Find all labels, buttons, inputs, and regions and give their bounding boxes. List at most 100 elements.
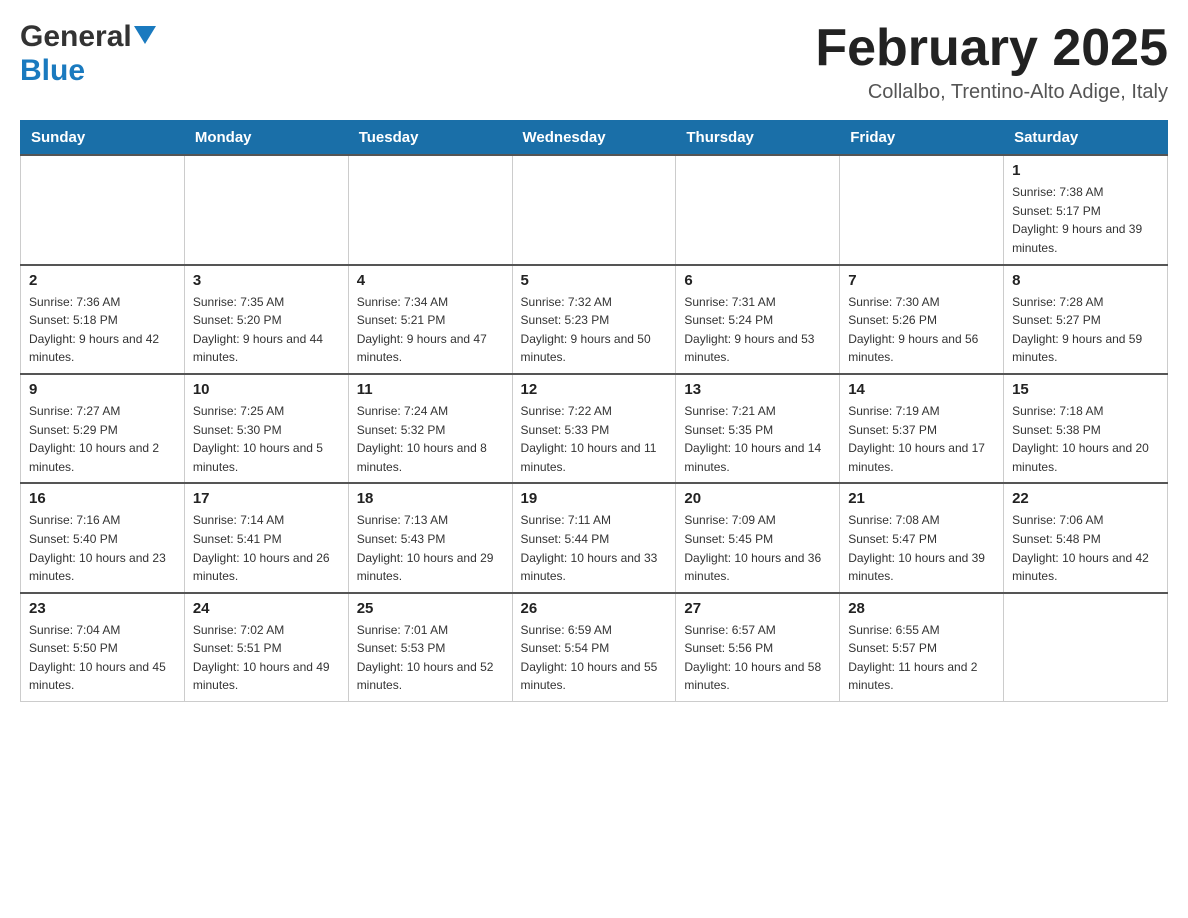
calendar-cell: 27Sunrise: 6:57 AMSunset: 5:56 PMDayligh…	[676, 593, 840, 702]
day-number: 22	[1012, 490, 1159, 507]
calendar-header-friday: Friday	[840, 121, 1004, 156]
calendar-cell: 12 Sunrise: 7:22 AMSunset: 5:33 PMDayligh…	[512, 374, 676, 483]
day-info: Sunrise: 7:38 AMSunset: 5:17 PMDaylight:…	[1012, 183, 1159, 257]
day-number: 7	[848, 272, 995, 289]
day-info: Sunrise: 7:01 AMSunset: 5:53 PMDaylight:…	[357, 621, 504, 695]
calendar-cell: 15Sunrise: 7:18 AMSunset: 5:38 PMDayligh…	[1004, 374, 1168, 483]
page-title: February 2025	[815, 20, 1168, 77]
day-info: Sunrise: 6:57 AMSunset: 5:56 PMDaylight:…	[684, 621, 831, 695]
calendar-cell: 28 Sunrise: 6:55 AMSunset: 5:57 PMDayligh…	[840, 593, 1004, 702]
day-info: Sunrise: 7:13 AMSunset: 5:43 PMDaylight:…	[357, 511, 504, 585]
day-info: Sunrise: 7:21 AMSunset: 5:35 PMDaylight:…	[684, 402, 831, 476]
day-number: 2	[29, 272, 176, 289]
calendar-cell: 6 Sunrise: 7:31 AMSunset: 5:24 PMDaylight…	[676, 265, 840, 374]
page-subtitle: Collalbo, Trentino-Alto Adige, Italy	[815, 81, 1168, 104]
day-info: Sunrise: 7:18 AMSunset: 5:38 PMDaylight:…	[1012, 402, 1159, 476]
calendar-cell: 18Sunrise: 7:13 AMSunset: 5:43 PMDayligh…	[348, 483, 512, 592]
calendar-cell: 9 Sunrise: 7:27 AMSunset: 5:29 PMDaylight…	[21, 374, 185, 483]
calendar-header-saturday: Saturday	[1004, 121, 1168, 156]
calendar-cell: 26Sunrise: 6:59 AMSunset: 5:54 PMDayligh…	[512, 593, 676, 702]
day-info: Sunrise: 7:19 AMSunset: 5:37 PMDaylight:…	[848, 402, 995, 476]
calendar-cell: 21 Sunrise: 7:08 AMSunset: 5:47 PMDayligh…	[840, 483, 1004, 592]
day-info: Sunrise: 7:16 AMSunset: 5:40 PMDaylight:…	[29, 511, 176, 585]
calendar-cell: 17Sunrise: 7:14 AMSunset: 5:41 PMDayligh…	[184, 483, 348, 592]
calendar-cell: 11 Sunrise: 7:24 AMSunset: 5:32 PMDayligh…	[348, 374, 512, 483]
day-number: 25	[357, 600, 504, 617]
calendar-cell: 25 Sunrise: 7:01 AMSunset: 5:53 PMDayligh…	[348, 593, 512, 702]
calendar-cell	[1004, 593, 1168, 702]
logo-general-text: General	[20, 20, 132, 54]
calendar-header-monday: Monday	[184, 121, 348, 156]
day-info: Sunrise: 7:27 AMSunset: 5:29 PMDaylight:…	[29, 402, 176, 476]
calendar-cell: 5 Sunrise: 7:32 AMSunset: 5:23 PMDaylight…	[512, 265, 676, 374]
calendar-cell	[512, 155, 676, 264]
day-info: Sunrise: 7:31 AMSunset: 5:24 PMDaylight:…	[684, 293, 831, 367]
day-info: Sunrise: 7:04 AMSunset: 5:50 PMDaylight:…	[29, 621, 176, 695]
day-info: Sunrise: 7:22 AMSunset: 5:33 PMDaylight:…	[521, 402, 668, 476]
day-number: 26	[521, 600, 668, 617]
calendar-table: SundayMondayTuesdayWednesdayThursdayFrid…	[20, 120, 1168, 702]
day-number: 1	[1012, 162, 1159, 179]
day-info: Sunrise: 7:02 AMSunset: 5:51 PMDaylight:…	[193, 621, 340, 695]
calendar-cell: 4 Sunrise: 7:34 AMSunset: 5:21 PMDaylight…	[348, 265, 512, 374]
day-info: Sunrise: 7:34 AMSunset: 5:21 PMDaylight:…	[357, 293, 504, 367]
calendar-cell: 20Sunrise: 7:09 AMSunset: 5:45 PMDayligh…	[676, 483, 840, 592]
day-number: 11	[357, 381, 504, 398]
calendar-cell	[348, 155, 512, 264]
day-info: Sunrise: 7:36 AMSunset: 5:18 PMDaylight:…	[29, 293, 176, 367]
day-number: 16	[29, 490, 176, 507]
day-number: 8	[1012, 272, 1159, 289]
day-number: 17	[193, 490, 340, 507]
calendar-cell: 19 Sunrise: 7:11 AMSunset: 5:44 PMDayligh…	[512, 483, 676, 592]
calendar-cell	[21, 155, 185, 264]
calendar-cell: 13 Sunrise: 7:21 AMSunset: 5:35 PMDayligh…	[676, 374, 840, 483]
week-row-1: 1 Sunrise: 7:38 AMSunset: 5:17 PMDaylight…	[21, 155, 1168, 264]
day-info: Sunrise: 7:35 AMSunset: 5:20 PMDaylight:…	[193, 293, 340, 367]
day-number: 21	[848, 490, 995, 507]
day-info: Sunrise: 7:06 AMSunset: 5:48 PMDaylight:…	[1012, 511, 1159, 585]
day-number: 19	[521, 490, 668, 507]
calendar-cell: 14 Sunrise: 7:19 AMSunset: 5:37 PMDayligh…	[840, 374, 1004, 483]
day-number: 12	[521, 381, 668, 398]
day-number: 24	[193, 600, 340, 617]
day-info: Sunrise: 7:25 AMSunset: 5:30 PMDaylight:…	[193, 402, 340, 476]
week-row-5: 23Sunrise: 7:04 AMSunset: 5:50 PMDayligh…	[21, 593, 1168, 702]
day-info: Sunrise: 7:11 AMSunset: 5:44 PMDaylight:…	[521, 511, 668, 585]
day-info: Sunrise: 7:30 AMSunset: 5:26 PMDaylight:…	[848, 293, 995, 367]
day-number: 14	[848, 381, 995, 398]
day-number: 5	[521, 272, 668, 289]
calendar-header-tuesday: Tuesday	[348, 121, 512, 156]
day-number: 9	[29, 381, 176, 398]
day-number: 10	[193, 381, 340, 398]
week-row-2: 2 Sunrise: 7:36 AMSunset: 5:18 PMDaylight…	[21, 265, 1168, 374]
calendar-cell: 10 Sunrise: 7:25 AMSunset: 5:30 PMDayligh…	[184, 374, 348, 483]
calendar-header-thursday: Thursday	[676, 121, 840, 156]
calendar-cell: 16 Sunrise: 7:16 AMSunset: 5:40 PMDayligh…	[21, 483, 185, 592]
calendar-cell: 23Sunrise: 7:04 AMSunset: 5:50 PMDayligh…	[21, 593, 185, 702]
calendar-cell	[840, 155, 1004, 264]
week-row-3: 9 Sunrise: 7:27 AMSunset: 5:29 PMDaylight…	[21, 374, 1168, 483]
calendar-header-row: SundayMondayTuesdayWednesdayThursdayFrid…	[21, 121, 1168, 156]
logo-blue-text: Blue	[20, 54, 85, 87]
day-number: 3	[193, 272, 340, 289]
day-number: 4	[357, 272, 504, 289]
day-info: Sunrise: 7:32 AMSunset: 5:23 PMDaylight:…	[521, 293, 668, 367]
day-info: Sunrise: 7:24 AMSunset: 5:32 PMDaylight:…	[357, 402, 504, 476]
calendar-cell: 1 Sunrise: 7:38 AMSunset: 5:17 PMDaylight…	[1004, 155, 1168, 264]
calendar-cell: 7 Sunrise: 7:30 AMSunset: 5:26 PMDaylight…	[840, 265, 1004, 374]
calendar-header-wednesday: Wednesday	[512, 121, 676, 156]
day-info: Sunrise: 7:28 AMSunset: 5:27 PMDaylight:…	[1012, 293, 1159, 367]
day-info: Sunrise: 7:08 AMSunset: 5:47 PMDaylight:…	[848, 511, 995, 585]
calendar-cell	[184, 155, 348, 264]
calendar-cell: 2 Sunrise: 7:36 AMSunset: 5:18 PMDaylight…	[21, 265, 185, 374]
calendar-cell	[676, 155, 840, 264]
day-number: 28	[848, 600, 995, 617]
calendar-cell: 3 Sunrise: 7:35 AMSunset: 5:20 PMDaylight…	[184, 265, 348, 374]
day-number: 13	[684, 381, 831, 398]
day-info: Sunrise: 6:55 AMSunset: 5:57 PMDaylight:…	[848, 621, 995, 695]
page-header: General Blue February 2025 Collalbo, Tre…	[20, 20, 1168, 104]
day-number: 6	[684, 272, 831, 289]
calendar-header-sunday: Sunday	[21, 121, 185, 156]
day-info: Sunrise: 7:09 AMSunset: 5:45 PMDaylight:…	[684, 511, 831, 585]
calendar-cell: 8 Sunrise: 7:28 AMSunset: 5:27 PMDaylight…	[1004, 265, 1168, 374]
